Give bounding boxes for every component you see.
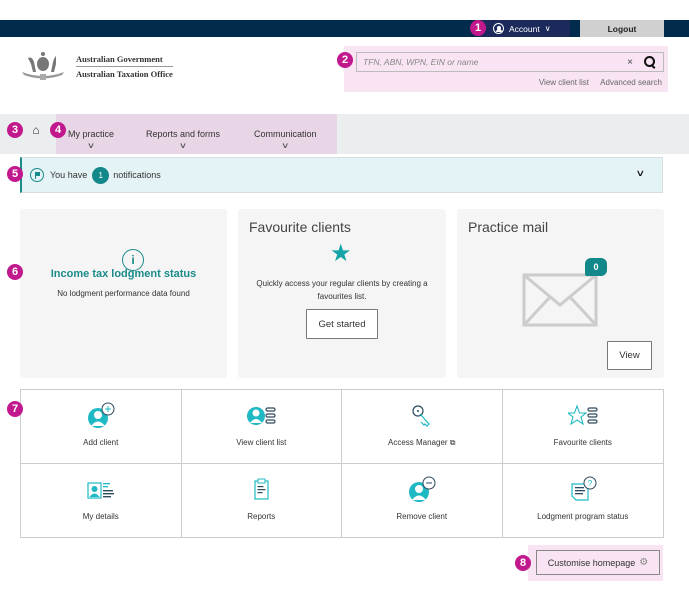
- envelope-icon: [522, 273, 598, 327]
- get-started-button[interactable]: Get started: [306, 309, 378, 339]
- notif-prefix: You have: [50, 170, 88, 180]
- view-client-list-link[interactable]: View client list: [539, 78, 589, 87]
- logo-line-1: Australian Government: [76, 54, 173, 67]
- home-icon: ⌂: [32, 123, 40, 137]
- coat-of-arms-icon: [18, 50, 68, 82]
- quick-link-access-manager[interactable]: Access Manager ⧉: [342, 390, 503, 464]
- logo-line-2: Australian Taxation Office: [76, 68, 173, 79]
- nav-my-practice[interactable]: My practice ∨: [68, 129, 114, 150]
- document-question-icon: ?: [571, 476, 597, 501]
- marker-3: 3: [7, 122, 23, 138]
- tile-label: Add client: [83, 438, 119, 447]
- favourite-clients-description: Quickly access your regular clients by c…: [256, 279, 428, 301]
- chevron-down-icon: ∨: [281, 141, 290, 150]
- tile-label: Remove client: [396, 511, 448, 521]
- tile-label: My details: [82, 511, 119, 521]
- logout-button[interactable]: Logout: [580, 20, 664, 37]
- client-search-input[interactable]: [363, 57, 628, 67]
- customise-homepage-button[interactable]: Customise homepage ⚙: [536, 550, 660, 575]
- ato-logo[interactable]: Australian Government Australian Taxatio…: [18, 50, 173, 82]
- tile-label: View client list: [236, 438, 287, 447]
- marker-6: 6: [7, 264, 23, 280]
- customise-label: Customise homepage: [547, 557, 636, 568]
- practice-mail-card: Practice mail 0 View: [457, 209, 664, 378]
- advanced-search-link[interactable]: Advanced search: [600, 78, 662, 87]
- favourite-clients-title: Favourite clients: [249, 219, 351, 235]
- notification-count-badge: 1: [92, 166, 110, 184]
- account-menu-button[interactable]: Account ∨: [478, 20, 570, 37]
- quick-link-remove-client[interactable]: Remove client: [342, 463, 503, 537]
- income-tax-card[interactable]: i Income tax lodgment status No lodgment…: [20, 209, 227, 378]
- nav-communication-label: Communication: [254, 129, 317, 139]
- user-icon: [493, 23, 504, 34]
- quick-link-my-details[interactable]: My details: [21, 463, 182, 537]
- account-label: Account: [509, 23, 540, 34]
- chevron-down-icon[interactable]: ∨: [636, 168, 646, 179]
- marker-8: 8: [515, 555, 531, 571]
- chevron-down-icon: ∨: [544, 24, 551, 33]
- key-icon: [412, 405, 430, 427]
- star-list-icon: [567, 404, 598, 426]
- client-list-icon: [247, 407, 276, 425]
- chevron-down-icon: ∨: [86, 141, 96, 150]
- gear-icon: ⚙: [639, 557, 649, 568]
- flag-icon: [30, 168, 44, 182]
- marker-2: 2: [337, 52, 353, 68]
- quick-link-reports[interactable]: Reports: [182, 463, 342, 537]
- clear-icon[interactable]: ×: [627, 57, 633, 68]
- mail-count-badge: 0: [585, 258, 607, 276]
- quick-link-add-client[interactable]: Add client: [21, 390, 182, 464]
- favourite-clients-card: Favourite clients ★ Quickly access your …: [238, 209, 446, 378]
- marker-7: 7: [7, 401, 23, 417]
- star-icon: ★: [330, 240, 352, 267]
- quick-link-favourite-clients[interactable]: Favourite clients: [502, 390, 663, 464]
- tile-label: Access Manager ⧉: [387, 438, 456, 447]
- quick-link-lodgment-program-status[interactable]: ? Lodgment program status: [503, 464, 664, 538]
- tile-label: Favourite clients: [553, 438, 612, 447]
- view-mail-button[interactable]: View: [607, 341, 652, 370]
- search-links: View client list Advanced search: [530, 78, 662, 87]
- clipboard-icon: [254, 478, 269, 500]
- home-button[interactable]: ⌂: [27, 121, 45, 139]
- nav-reports-label: Reports and forms: [146, 129, 221, 139]
- income-tax-subtitle: No lodgment performance data found: [57, 289, 190, 298]
- search-icon[interactable]: [643, 55, 657, 69]
- add-client-icon: [87, 402, 115, 428]
- chevron-down-icon: ∨: [178, 141, 188, 150]
- marker-1: 1: [470, 20, 486, 36]
- nav-reports-and-forms[interactable]: Reports and forms ∨: [146, 129, 220, 150]
- income-tax-title: Income tax lodgment status: [50, 268, 197, 280]
- client-search: ×: [356, 52, 664, 72]
- nav-communication[interactable]: Communication ∨: [254, 129, 317, 150]
- remove-client-icon: [408, 476, 436, 502]
- tile-label: Reports: [247, 511, 276, 521]
- marker-5: 5: [7, 166, 23, 182]
- svg-text:?: ?: [588, 479, 593, 488]
- notifications-bar[interactable]: You have 1 notifications ∨: [20, 157, 663, 193]
- quick-links-grid: Add client View client list Access Manag…: [20, 389, 664, 538]
- id-card-icon: [87, 481, 114, 499]
- quick-link-view-client-list[interactable]: View client list: [181, 390, 342, 464]
- tile-label: Lodgment program status: [537, 511, 629, 521]
- nav-my-practice-label: My practice: [68, 129, 115, 139]
- practice-mail-title: Practice mail: [468, 219, 549, 235]
- notif-suffix: notifications: [113, 170, 161, 180]
- marker-4: 4: [50, 122, 66, 138]
